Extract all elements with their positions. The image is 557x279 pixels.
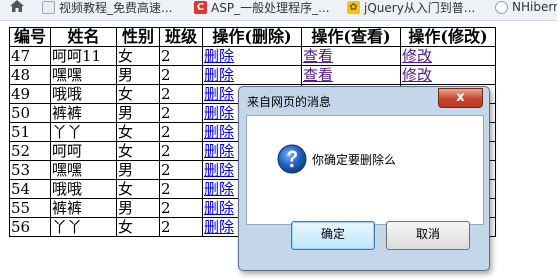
cell-class: 2 bbox=[159, 122, 203, 142]
bookmark-label: ASP_一般处理程序_... bbox=[211, 0, 330, 15]
cell-class: 2 bbox=[159, 46, 203, 66]
delete-link[interactable]: 删除 bbox=[204, 142, 234, 160]
delete-link[interactable]: 删除 bbox=[204, 104, 234, 122]
cell-id: 49 bbox=[9, 84, 51, 104]
cell-sex: 女 bbox=[116, 46, 160, 66]
header-sex: 性别 bbox=[116, 27, 160, 47]
bookmark-label: NHibern bbox=[512, 0, 557, 14]
yellow-icon: ✿ bbox=[347, 0, 360, 14]
cell-name: 丫丫 bbox=[50, 122, 117, 142]
delete-link[interactable]: 删除 bbox=[204, 85, 234, 103]
dialog-title: 来自网页的消息 bbox=[247, 95, 332, 109]
table-cell: 删除 bbox=[202, 65, 302, 85]
cell-name: 丫丫 bbox=[50, 217, 117, 237]
delete-link[interactable]: 删除 bbox=[204, 218, 234, 236]
cell-class: 2 bbox=[159, 65, 203, 85]
table-row: 48 嘿嘿男 2 删除 查看 修改 bbox=[9, 65, 496, 85]
cell-sex: 男 bbox=[116, 198, 160, 218]
cell-name: 裤裤 bbox=[50, 103, 117, 123]
table-cell: 查看 bbox=[301, 46, 401, 66]
header-edit: 操作(修改) bbox=[400, 27, 496, 47]
cell-class: 2 bbox=[159, 160, 203, 180]
cell-class: 2 bbox=[159, 141, 203, 161]
cell-id: 52 bbox=[9, 141, 51, 161]
cell-class: 2 bbox=[159, 179, 203, 199]
question-icon bbox=[277, 144, 307, 174]
cell-id: 53 bbox=[9, 160, 51, 180]
cell-class: 2 bbox=[159, 217, 203, 237]
cell-id: 55 bbox=[9, 198, 51, 218]
bookmark-label: 视频教程_免费高速... bbox=[59, 0, 173, 15]
home-icon[interactable] bbox=[10, 0, 24, 12]
view-link[interactable]: 查看 bbox=[303, 66, 333, 84]
delete-link[interactable]: 删除 bbox=[204, 47, 234, 65]
page-icon bbox=[42, 0, 55, 14]
cell-sex: 男 bbox=[116, 160, 160, 180]
cell-id: 54 bbox=[9, 179, 51, 199]
header-delete: 操作(删除) bbox=[202, 27, 302, 47]
table-cell: 修改 bbox=[400, 46, 496, 66]
table-header-row: 编号 姓名 性别 班级 操作(删除) 操作(查看) 操作(修改) bbox=[9, 27, 496, 47]
table-cell: 查看 bbox=[301, 65, 401, 85]
cell-name: 呵呵11 bbox=[50, 46, 117, 66]
dialog-body: 你确定要删除么 bbox=[246, 115, 484, 225]
cell-id: 51 bbox=[9, 122, 51, 142]
cell-sex: 女 bbox=[116, 179, 160, 199]
bookmark-label: jQuery从入门到普... bbox=[364, 0, 476, 15]
cell-id: 50 bbox=[9, 103, 51, 123]
globe-icon bbox=[495, 0, 508, 14]
table-cell: 修改 bbox=[400, 65, 496, 85]
cell-sex: 男 bbox=[116, 65, 160, 85]
delete-link[interactable]: 删除 bbox=[204, 123, 234, 141]
dialog-message: 你确定要删除么 bbox=[312, 153, 397, 167]
cell-name: 哦哦 bbox=[50, 179, 117, 199]
bookmark-item-asp[interactable]: C ASP_一般处理程序_... bbox=[194, 0, 330, 15]
delete-link[interactable]: 删除 bbox=[204, 199, 234, 217]
cell-name: 嘿嘿 bbox=[50, 160, 117, 180]
cell-name: 呵呵 bbox=[50, 141, 117, 161]
bookmark-item-jquery[interactable]: ✿ jQuery从入门到普... bbox=[347, 0, 476, 15]
close-button[interactable]: x bbox=[438, 88, 483, 108]
edit-link[interactable]: 修改 bbox=[402, 66, 432, 84]
bookmarks-bar: 视频教程_免费高速... C ASP_一般处理程序_... ✿ jQuery从入… bbox=[0, 0, 557, 21]
delete-link[interactable]: 删除 bbox=[204, 180, 234, 198]
cell-sex: 男 bbox=[116, 103, 160, 123]
header-view: 操作(查看) bbox=[301, 27, 401, 47]
cell-sex: 女 bbox=[116, 84, 160, 104]
cell-sex: 女 bbox=[116, 141, 160, 161]
cell-id: 47 bbox=[9, 46, 51, 66]
cell-class: 2 bbox=[159, 84, 203, 104]
cell-id: 48 bbox=[9, 65, 51, 85]
red-c-icon: C bbox=[194, 0, 207, 14]
cell-name: 哦哦 bbox=[50, 84, 117, 104]
bookmark-item-nhibernate[interactable]: NHibern bbox=[495, 0, 557, 14]
cell-sex: 女 bbox=[116, 217, 160, 237]
header-name: 姓名 bbox=[50, 27, 117, 47]
bookmark-item-video[interactable]: 视频教程_免费高速... bbox=[42, 0, 173, 15]
cell-name: 嘿嘿 bbox=[50, 65, 117, 85]
confirm-dialog: 来自网页的消息 x 你确定要删除么 确定 取消 bbox=[238, 86, 490, 271]
cell-id: 56 bbox=[9, 217, 51, 237]
view-link[interactable]: 查看 bbox=[303, 47, 333, 65]
header-class: 班级 bbox=[159, 27, 203, 47]
delete-link[interactable]: 删除 bbox=[204, 161, 234, 179]
delete-link[interactable]: 删除 bbox=[204, 66, 234, 84]
edit-link[interactable]: 修改 bbox=[402, 47, 432, 65]
cell-class: 2 bbox=[159, 103, 203, 123]
table-row: 47 呵呵11 女 2 删除 查看 修改 bbox=[9, 46, 496, 66]
cell-sex: 女 bbox=[116, 122, 160, 142]
table-cell: 删除 bbox=[202, 46, 302, 66]
ok-button[interactable]: 确定 bbox=[291, 221, 375, 250]
cancel-button[interactable]: 取消 bbox=[386, 221, 470, 250]
header-id: 编号 bbox=[9, 27, 51, 47]
cell-name: 裤裤 bbox=[50, 198, 117, 218]
cell-class: 2 bbox=[159, 198, 203, 218]
